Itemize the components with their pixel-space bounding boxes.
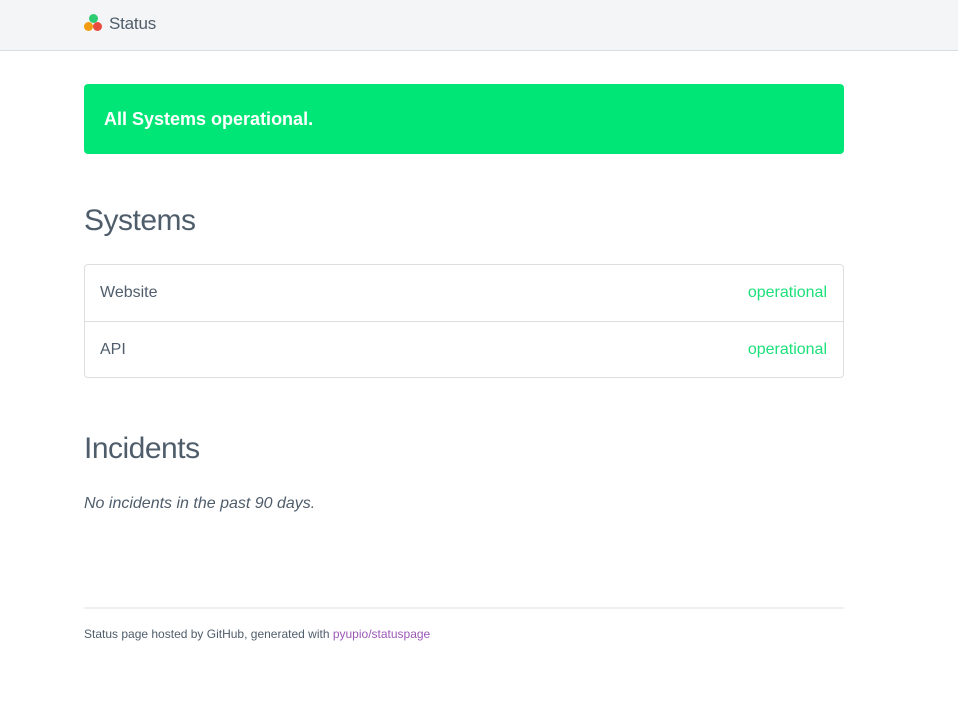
systems-list: Website operational API operational: [84, 264, 844, 378]
footer-divider: [84, 607, 844, 609]
status-banner-message: All Systems operational.: [104, 108, 314, 129]
brand-label: Status: [109, 14, 156, 33]
logo-dot-orange: [84, 22, 93, 31]
system-status: operational: [747, 284, 827, 301]
footer-text: Status page hosted by GitHub, generated …: [84, 627, 333, 641]
logo-dot-red: [93, 22, 102, 31]
footer: Status page hosted by GitHub, generated …: [84, 627, 844, 641]
incidents-heading: Incidents: [84, 432, 200, 465]
status-banner: All Systems operational.: [84, 84, 844, 154]
status-logo-icon: [84, 14, 104, 34]
incidents-empty-message: No incidents in the past 90 days.: [84, 495, 316, 512]
footer-link-statuspage[interactable]: pyupio/statuspage: [333, 627, 430, 641]
system-status: operational: [747, 340, 827, 358]
top-navbar: Status: [0, 0, 958, 51]
system-row-api: API operational: [85, 321, 843, 377]
system-row-website: Website operational: [85, 265, 843, 321]
system-name: Website: [100, 284, 158, 301]
system-name: API: [100, 340, 126, 358]
systems-heading: Systems: [84, 204, 196, 237]
brand-link[interactable]: Status: [84, 13, 156, 35]
